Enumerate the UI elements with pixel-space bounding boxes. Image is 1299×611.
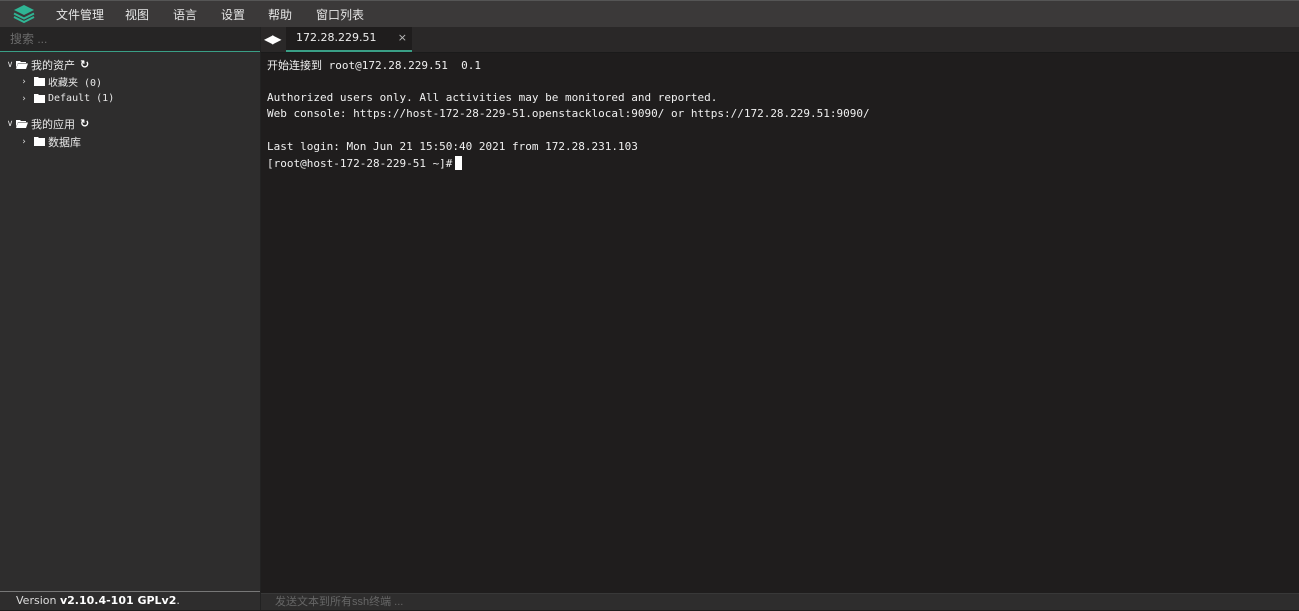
menu-language[interactable]: 语言 bbox=[173, 6, 197, 23]
tab-nav-arrows-icon[interactable]: ◀▶ bbox=[264, 32, 281, 46]
chevron-right-icon[interactable]: › bbox=[18, 94, 30, 104]
terminal-prompt-line: [root@host-172-28-229-51 ~]# bbox=[267, 156, 463, 172]
tree-node-my-apps[interactable]: ∨ 我的应用 ↻ bbox=[4, 115, 90, 132]
folder-icon bbox=[34, 77, 45, 86]
refresh-icon[interactable]: ↻ bbox=[80, 117, 89, 130]
tree-node-favorites[interactable]: › 收藏夹 (0) bbox=[18, 73, 102, 90]
tree-label: 收藏夹 (0) bbox=[48, 78, 103, 89]
terminal-prompt: [root@host-172-28-229-51 ~]# bbox=[267, 157, 453, 170]
folder-open-icon bbox=[16, 61, 28, 69]
menu-help[interactable]: 帮助 bbox=[268, 6, 292, 23]
version-number: v2.10.4-101 GPLv2 bbox=[59, 594, 177, 607]
sidebar: ∨ 我的资产 ↻ › 收藏夹 (0) › Default (1) ∨ 我的应用 … bbox=[0, 27, 261, 610]
terminal-cursor bbox=[455, 156, 463, 170]
version-suffix: . bbox=[176, 594, 180, 607]
chevron-right-icon[interactable]: › bbox=[18, 137, 30, 147]
menu-view[interactable]: 视图 bbox=[125, 6, 149, 23]
version-info: Version v2.10.4-101 GPLv2. bbox=[0, 591, 260, 610]
app-logo-icon[interactable] bbox=[12, 4, 36, 24]
chevron-down-icon[interactable]: ∨ bbox=[4, 60, 16, 70]
close-icon[interactable]: × bbox=[398, 27, 407, 49]
folder-icon bbox=[34, 137, 45, 146]
chevron-down-icon[interactable]: ∨ bbox=[4, 119, 16, 129]
terminal-line: Last login: Mon Jun 21 15:50:40 2021 fro… bbox=[267, 140, 638, 153]
tree-label: Default (1) bbox=[48, 93, 115, 104]
terminal-line: Authorized users only. All activities ma… bbox=[267, 91, 718, 104]
version-prefix: Version bbox=[16, 594, 60, 607]
menu-file-manager[interactable]: 文件管理 bbox=[56, 6, 104, 23]
tree-label: 我的应用 bbox=[31, 117, 75, 131]
tab-bar: ◀▶ 172.28.229.51 × bbox=[261, 27, 1299, 53]
menu-bar: 文件管理 视图 语言 设置 帮助 窗口列表 bbox=[0, 0, 1299, 27]
search-input[interactable] bbox=[0, 27, 260, 52]
terminal[interactable]: 开始连接到 root@172.28.229.51 0.1 Authorized … bbox=[262, 53, 1299, 593]
tree-label: 数据库 bbox=[48, 135, 81, 149]
tab-session[interactable]: 172.28.229.51 × bbox=[286, 27, 412, 52]
terminal-line: 开始连接到 root@172.28.229.51 0.1 bbox=[267, 59, 481, 72]
tree-node-my-assets[interactable]: ∨ 我的资产 ↻ bbox=[4, 56, 90, 73]
tree-label: 我的资产 bbox=[31, 58, 75, 72]
send-to-all-placeholder: 发送文本到所有ssh终端 ... bbox=[275, 596, 404, 608]
send-to-all-input[interactable]: 发送文本到所有ssh终端 ... bbox=[261, 593, 1299, 610]
chevron-right-icon[interactable]: › bbox=[18, 77, 30, 87]
folder-open-icon bbox=[16, 120, 28, 128]
refresh-icon[interactable]: ↻ bbox=[80, 58, 89, 71]
tree-node-database[interactable]: › 数据库 bbox=[18, 133, 81, 150]
tree-node-default[interactable]: › Default (1) bbox=[18, 90, 114, 107]
menu-window-list[interactable]: 窗口列表 bbox=[316, 6, 364, 23]
terminal-line: Web console: https://host-172-28-229-51.… bbox=[267, 107, 870, 120]
menu-settings[interactable]: 设置 bbox=[221, 6, 245, 23]
folder-icon bbox=[34, 94, 45, 103]
tab-label: 172.28.229.51 bbox=[296, 31, 377, 44]
